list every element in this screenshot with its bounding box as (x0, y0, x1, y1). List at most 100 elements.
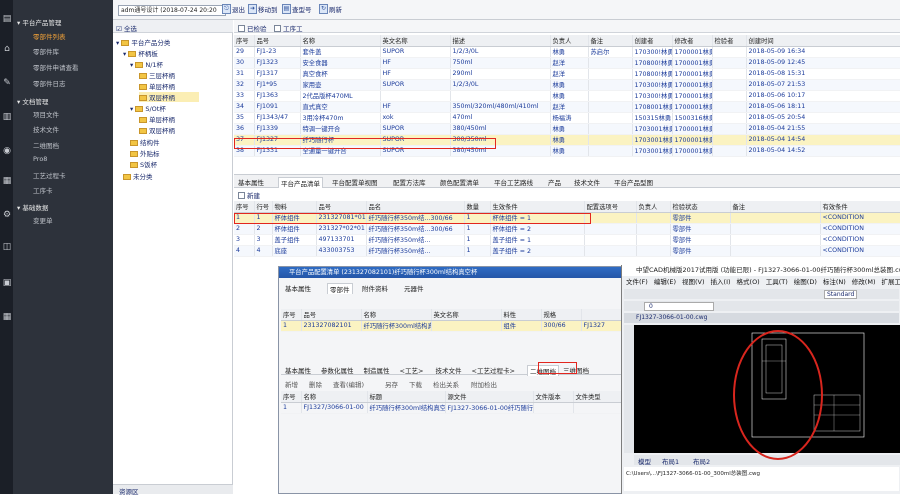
dialog-tab[interactable]: 零部件 (327, 283, 353, 294)
table-row[interactable]: 34 FJ1091 直式真空 HF 350ml/320ml/480ml/410ml 赵洋 1… (234, 101, 900, 113)
user-session-select[interactable]: adm通号设计 (2018-07-24 20:20 (118, 5, 226, 16)
nav-item-change-order[interactable]: 变更单 (33, 215, 53, 225)
cad-menu-item[interactable]: 插入(I) (711, 278, 731, 286)
filter-process-checkbox[interactable]: 工序工 (274, 23, 303, 33)
tree-node[interactable]: 单层杯柄 (139, 114, 175, 124)
column-header[interactable]: 序号 (234, 35, 255, 47)
detail-tab[interactable]: 基本属性 (238, 177, 264, 187)
nav-item-part-request[interactable]: 零部件申请查看 (33, 62, 79, 72)
nav-item-process-card[interactable]: 工艺过程卡 (33, 170, 66, 180)
table-row[interactable]: 2 2 杯体组件 231327*02*01 纤巧随行杯350m结...300/66 1 杯体… (234, 223, 900, 235)
table-row[interactable]: 3 3 盖子组件 497133701 纤巧随行杯350m结... 1 盖子组件 = 1 零部件… (234, 234, 900, 246)
cad-menu-item[interactable]: 绘图(D) (794, 278, 817, 286)
resource-area-tab[interactable]: 资源区 (119, 486, 139, 496)
table-row[interactable]: 31 FJ1317 真空食杯 HF 290ml 赵洋 170800!林勇 1700001林勇 2… (234, 68, 900, 80)
file-tool-button[interactable]: 附加检出 (471, 379, 497, 389)
dialog-title[interactable]: 平台产品配置清单 (231327082101)纤巧随行杯300ml结构真空杯 (279, 267, 625, 278)
column-header[interactable]: 文件版本 (533, 391, 574, 403)
column-header[interactable]: 英文名称 (431, 309, 502, 321)
column-header[interactable]: 创建者 (632, 35, 673, 47)
product-icon[interactable]: ▤ (2, 14, 12, 24)
cad-menu-item[interactable]: 标注(N) (823, 278, 846, 286)
table-row[interactable]: 1231327082101纤巧随行杯300ml结构真空杯 组件300/66FJ13… (281, 320, 622, 332)
column-header[interactable]: 描述 (450, 35, 551, 47)
dialog-lower-tab[interactable]: 三维图档 (563, 365, 589, 375)
file-tool-button[interactable]: 新增 (285, 379, 298, 389)
column-header[interactable]: 检验者 (712, 35, 747, 47)
document-icon[interactable]: ▥ (2, 112, 12, 122)
nav-item-part-library[interactable]: 零部件库 (33, 46, 59, 56)
cad-menu-item[interactable]: 编辑(E) (654, 278, 676, 286)
detail-tab[interactable]: 配置方法库 (393, 177, 426, 187)
column-header[interactable]: 品号 (254, 35, 301, 47)
detail-tab[interactable]: 平台配置单视图 (332, 177, 378, 187)
new-button[interactable]: 新建 (238, 190, 260, 200)
calendar-icon[interactable]: ▣ (2, 278, 12, 288)
table-row[interactable]: 4 4 底座 433003753 纤巧随行杯350m结... 1 盖子组件 = 2 零部件 <C… (234, 245, 900, 257)
home-icon[interactable]: ⌂ (2, 44, 12, 54)
dialog-lower-tab[interactable]: 制造属性 (364, 365, 390, 375)
cad-title[interactable]: 中望CAD机械版2017试用版 (功能已限) - FJ1327-3066-01-… (622, 265, 900, 276)
tree-node[interactable]: 单层杯柄 (139, 81, 175, 91)
nav-item-2d-drawings[interactable]: 二维图档 (33, 140, 59, 150)
column-header[interactable]: 序号 (281, 391, 302, 403)
column-header[interactable]: 标题 (367, 391, 446, 403)
column-header[interactable]: 序号 (281, 309, 302, 321)
column-header[interactable]: 文件类型 (573, 391, 622, 403)
cad-layout-tab[interactable]: 模型 (638, 456, 651, 466)
cad-menu-item[interactable]: 工具(T) (766, 278, 788, 286)
database-icon[interactable]: ◉ (2, 146, 12, 156)
cad-menu-item[interactable]: 修改(M) (852, 278, 876, 286)
cad-menu-item[interactable]: 文件(F) (626, 278, 648, 286)
dialog-lower-tab[interactable]: <工艺过程卡> (472, 365, 515, 375)
table-row[interactable]: 30 FJ1323 安全食器 HF 750ml 赵洋 170800!林勇 1700001林勇 2… (234, 57, 900, 69)
table-row[interactable]: 35 FJ1343/47 3用冷杯470m xok 470ml 杨福涛 150315林勇 15… (234, 112, 900, 124)
tree-node[interactable]: ▾ S/Ot杯 (130, 103, 166, 113)
query-model-button[interactable]: ▤ 查型号 (282, 4, 312, 16)
file-tool-button[interactable]: 查看(编辑) (333, 379, 364, 389)
column-header[interactable]: 生效条件 (490, 201, 585, 213)
tree-node[interactable]: ▾ N/1杯 (130, 59, 163, 69)
cad-command-line[interactable]: C:\Users\...\FJ1327-3066-01-00_300ml总装图.… (624, 467, 899, 491)
refresh-button[interactable]: ↻ 刷新 (319, 4, 342, 16)
detail-tab[interactable]: 颜色配置清单 (440, 177, 479, 187)
cad-menu-item[interactable]: 格式(O) (737, 278, 760, 286)
table-row[interactable]: 29 FJ1-23 套件盖 SUPOR 1/2/3/0L 林勇 苏启尔 170300!林勇 17… (234, 46, 900, 58)
nav-section-product[interactable]: ▾ 平台产品管理 (17, 17, 61, 27)
nav-section-docs[interactable]: ▾ 文档管理 (17, 96, 48, 106)
table-row[interactable]: 1 1 杯体组件 231327081*01 纤巧随行杯350m结...300/66 1 杯体… (234, 212, 900, 224)
table-row[interactable]: 32 FJ1*95 家用壶 SUPOR 1/2/3/0L 林勇 170300!林勇 17000… (234, 79, 900, 91)
cad-layout-tab[interactable]: 布局2 (693, 456, 710, 466)
tree-node[interactable]: 双层杯柄 (139, 125, 175, 135)
nav-item-part-list[interactable]: 零部件列表 (33, 31, 66, 41)
cad-menu-item[interactable]: 视图(V) (682, 278, 705, 286)
column-header[interactable]: 品名 (366, 201, 465, 213)
cad-menu-item[interactable]: 扩展工具 (881, 278, 900, 286)
nav-item-project-files[interactable]: 项目文件 (33, 109, 59, 119)
cad-doc-tab[interactable]: FJ1327-3066-01-00.cwg (636, 314, 707, 321)
table-row[interactable]: 1 FJ1327/3066-01-00 纤巧随行杯300ml结构真空杯 FJ1327-… (281, 402, 622, 414)
file-tool-button[interactable]: 下载 (409, 379, 422, 389)
dialog-lower-tab[interactable]: 技术文件 (436, 365, 462, 375)
column-header[interactable]: 负责人 (550, 35, 589, 47)
detail-tab[interactable]: 产品 (548, 177, 561, 187)
column-header[interactable]: 检验状态 (670, 201, 731, 213)
tree-node-selected[interactable]: 双层杯柄 (139, 92, 199, 102)
tree-node[interactable]: 未分类 (123, 171, 153, 181)
table-row[interactable]: 33 FJ1363 2代品版杯470ML 林勇 170300!林勇 1700001林勇 20… (234, 90, 900, 102)
column-header[interactable]: 负责人 (636, 201, 671, 213)
tree-node[interactable]: 结构件 (130, 137, 160, 147)
column-header[interactable]: 修改者 (672, 35, 713, 47)
logout-button[interactable]: ⎋ 退出 (222, 4, 245, 16)
file-tool-button[interactable]: 检出关系 (433, 379, 459, 389)
table-row[interactable]: 38 FJ1331 全通量一键开合 SUPOR 380/450ml 林勇 1703001林勇… (234, 145, 900, 157)
dialog-tab[interactable]: 元器件 (404, 283, 424, 293)
dialog-lower-tab[interactable]: 参数化属性 (321, 365, 354, 375)
column-header[interactable]: 创建时间 (746, 35, 900, 47)
column-header[interactable]: 名称 (301, 391, 368, 403)
edit-icon[interactable]: ✎ (2, 78, 12, 88)
style-select[interactable]: Standard (824, 290, 858, 299)
column-header[interactable]: 名称 (361, 309, 432, 321)
detail-tab[interactable]: 技术文件 (574, 177, 600, 187)
cad-layout-tab[interactable]: 布局1 (662, 456, 679, 466)
